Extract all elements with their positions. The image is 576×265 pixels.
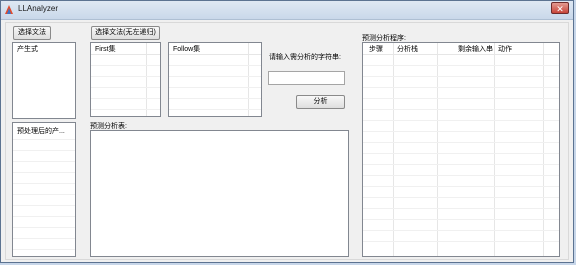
grid-line	[363, 230, 559, 231]
processed-productions-list[interactable]: 预处理后的产...	[12, 122, 76, 257]
follow-set-table[interactable]: Follow集	[168, 42, 262, 117]
grid-line	[13, 249, 75, 250]
grid-line	[363, 120, 559, 121]
grid-line	[91, 98, 160, 99]
grid-line	[13, 216, 75, 217]
title-bar[interactable]: LLAnalyzer ✕	[1, 1, 573, 20]
grid-line	[363, 109, 559, 110]
column-divider	[146, 43, 147, 116]
grid-line	[363, 241, 559, 242]
first-set-column-header: First集	[95, 46, 116, 53]
close-icon: ✕	[556, 4, 564, 14]
column-divider	[393, 43, 394, 256]
grid-line	[363, 219, 559, 220]
grid-line	[91, 76, 160, 77]
grid-line	[13, 139, 75, 140]
grid-line	[13, 194, 75, 195]
grid-line	[91, 65, 160, 66]
grid-line	[363, 208, 559, 209]
grid-line	[13, 205, 75, 206]
column-divider	[248, 43, 249, 116]
input-string-field[interactable]	[268, 71, 345, 85]
processed-productions-header: 预处理后的产...	[17, 128, 65, 135]
first-set-table[interactable]: First集	[90, 42, 161, 117]
grid-line	[363, 153, 559, 154]
grid-line	[169, 109, 261, 110]
grid-line	[363, 175, 559, 176]
grid-line	[169, 87, 261, 88]
main-window: LLAnalyzer ✕ 选择文法 选择文法(无左递归) 产生式 预处理后的产.…	[0, 0, 574, 263]
column-divider	[437, 43, 438, 256]
grid-line	[91, 87, 160, 88]
grid-line	[13, 227, 75, 228]
grid-line	[169, 98, 261, 99]
grid-line	[363, 164, 559, 165]
first-set-header: First集	[91, 43, 160, 55]
grid-line	[363, 65, 559, 66]
grid-line	[363, 76, 559, 77]
column-divider	[494, 43, 495, 256]
productions-header: 产生式	[17, 46, 38, 53]
select-grammar-no-left-recursion-button[interactable]: 选择文法(无左递归)	[91, 26, 160, 40]
window-title: LLAnalyzer	[18, 4, 59, 13]
column-divider	[543, 43, 544, 256]
grid-line	[363, 87, 559, 88]
grid-line	[13, 183, 75, 184]
process-column-remaining-input: 剩余输入串	[458, 46, 493, 53]
client-area: 选择文法 选择文法(无左递归) 产生式 预处理后的产... First集 Fol…	[5, 22, 569, 260]
follow-set-column-header: Follow集	[173, 46, 201, 53]
grid-line	[363, 186, 559, 187]
productions-list[interactable]: 产生式	[12, 42, 76, 119]
analyze-button[interactable]: 分析	[296, 95, 345, 109]
grid-line	[363, 98, 559, 99]
grid-line	[169, 76, 261, 77]
close-button[interactable]: ✕	[551, 2, 569, 14]
process-column-step: 步骤	[369, 46, 383, 53]
grid-line	[13, 172, 75, 173]
grid-line	[363, 142, 559, 143]
grid-line	[363, 197, 559, 198]
grid-line	[169, 65, 261, 66]
process-column-action: 动作	[498, 46, 512, 53]
grid-line	[91, 109, 160, 110]
app-icon	[5, 5, 13, 14]
predict-process-table[interactable]: 步骤 分析栈 剩余输入串 动作	[362, 42, 560, 257]
grid-line	[363, 131, 559, 132]
grid-line	[13, 161, 75, 162]
input-prompt-label: 请输入需分析的字符串:	[269, 54, 341, 61]
process-column-stack: 分析栈	[397, 46, 418, 53]
select-grammar-button[interactable]: 选择文法	[13, 26, 51, 40]
grid-line	[13, 238, 75, 239]
grid-line	[13, 150, 75, 151]
predict-table[interactable]	[90, 130, 349, 257]
